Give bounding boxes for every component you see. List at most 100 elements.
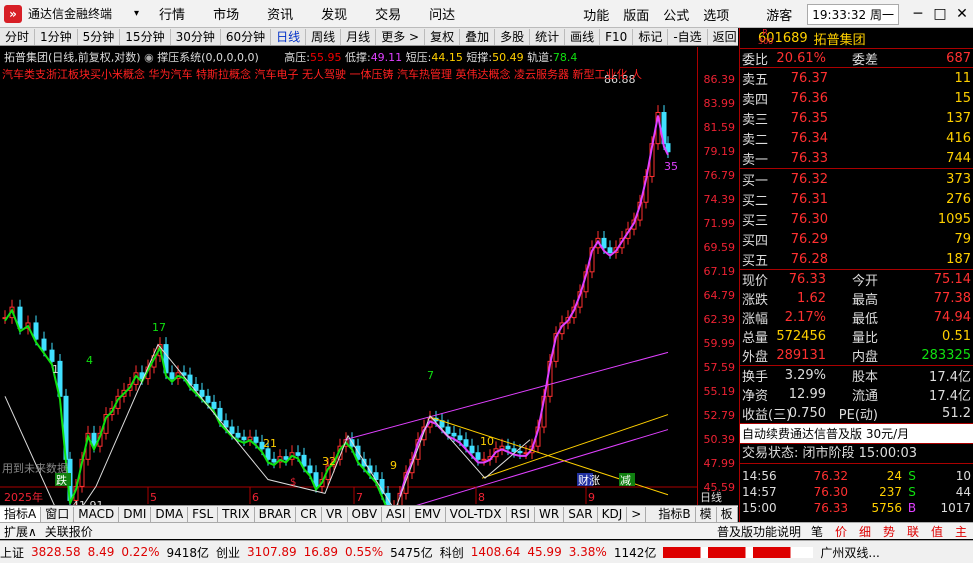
menu-item-5[interactable]: 问达 — [429, 8, 455, 23]
cy-label[interactable]: 创业 — [216, 544, 240, 561]
kline-chart[interactable]: 86.88 41.91 用到未来数据 1 4 17 21 32 9 7 10 35 跌财涨减 $2025年… — [0, 47, 738, 518]
menu-item-0[interactable]: 行情 — [159, 8, 185, 23]
kline-svg[interactable]: 86.8841.91用到未来数据14172132 971035跌 财涨 减$2025年… — [0, 47, 738, 507]
indicator-tab-6[interactable]: TRIX — [218, 506, 255, 522]
kc-label[interactable]: 科创 — [440, 544, 464, 561]
month-label-5: 9 — [588, 491, 595, 504]
toolbar-item-8[interactable]: 月线 — [341, 28, 377, 45]
related-quote-button[interactable]: 关联报价 — [41, 523, 97, 540]
toolbar-item-12[interactable]: 多股 — [495, 28, 531, 45]
toolbar-item-18[interactable]: 返回 — [708, 28, 743, 45]
ss-value: 50.49 — [492, 51, 524, 64]
app-logo-icon: » — [4, 4, 22, 23]
indicator-tab-0[interactable]: 指标A — [0, 506, 42, 522]
row2-btn-1[interactable]: 价 — [829, 523, 853, 540]
indicator-tab-21[interactable]: 板 — [717, 506, 738, 522]
toolbar-item-11[interactable]: 叠加 — [460, 28, 496, 45]
toolbar-item-9[interactable]: 更多 > — [376, 28, 426, 45]
toolbar-item-7[interactable]: 周线 — [306, 28, 342, 45]
asks-row-4[interactable]: 卖一 76.33 744 — [740, 148, 973, 168]
indicator-tab-10[interactable]: OBV — [348, 506, 383, 522]
menu-item-1[interactable]: 市场 — [213, 8, 239, 23]
indicator-tab-5[interactable]: FSL — [188, 506, 219, 522]
wave-label-9: 9 — [390, 459, 397, 472]
track-value: 78.4 — [552, 51, 578, 64]
row2-btn-3[interactable]: 势 — [877, 523, 901, 540]
indicator-tab-1[interactable]: 窗口 — [41, 506, 75, 522]
price-tick-2: 81.59 — [703, 121, 736, 134]
asks-row-3[interactable]: 卖二 76.34 416 — [740, 128, 973, 148]
indicator-toggle-icon[interactable]: ◉ — [144, 51, 154, 64]
indicator-tab-7[interactable]: BRAR — [255, 506, 297, 522]
bids-row-3[interactable]: 买四 76.29 79 — [740, 229, 973, 249]
asks-row-0[interactable]: 卖五 76.37 11 — [740, 68, 973, 88]
concept-tags[interactable]: 汽车类支浙江板块买小米概念 华为汽车 特斯拉概念 汽车电子 无人驾驶 一体压铸 … — [2, 66, 692, 82]
bids-row-4[interactable]: 买五 76.28 187 — [740, 249, 973, 269]
indicator-tab-16[interactable]: SAR — [564, 506, 598, 522]
menu-item-2[interactable]: 资讯 — [267, 8, 293, 23]
indicator-tab-4[interactable]: DMA — [151, 506, 189, 522]
toolbar-item-14[interactable]: 画线 — [565, 28, 601, 45]
toolbar-item-5[interactable]: 60分钟 — [221, 28, 272, 45]
toolbar-item-3[interactable]: 15分钟 — [120, 28, 171, 45]
indicator-tab-17[interactable]: KDJ — [598, 506, 628, 522]
stats-v2: 74.94 — [933, 310, 971, 325]
row2-btn-2[interactable]: 细 — [853, 523, 877, 540]
bids-row-0[interactable]: 买一 76.32 373 — [740, 169, 973, 189]
indicator-tab-20[interactable]: 模 — [696, 506, 717, 522]
toolbar-item-6[interactable]: 日线 — [271, 28, 307, 45]
toolbar-item-0[interactable]: 分时 — [0, 28, 36, 45]
indicator-tab-9[interactable]: VR — [322, 506, 348, 522]
toolbar-item-4[interactable]: 30分钟 — [171, 28, 221, 45]
tdx-terminal-window: » 通达信金融终端 ▾ 行情 市场 资讯 发现 交易 问达 功能 版面 公式 选项 游客 19:… — [0, 0, 973, 563]
toolbar-item-2[interactable]: 5分钟 — [78, 28, 121, 45]
row2-btn-5[interactable]: 值 — [925, 523, 949, 540]
indicator-tab-13[interactable]: VOL-TDX — [446, 506, 507, 522]
asks-row-2[interactable]: 卖三 76.35 137 — [740, 108, 973, 128]
toolbar-item-1[interactable]: 1分钟 — [35, 28, 78, 45]
indicator-tab-14[interactable]: RSI — [507, 506, 536, 522]
indicator-tab-11[interactable]: ASI — [382, 506, 411, 522]
help-link[interactable]: 普及版功能说明 — [713, 523, 805, 540]
right-menu-item-3[interactable]: 选项 — [703, 5, 729, 24]
asks-row-1[interactable]: 卖四 76.36 15 — [740, 88, 973, 108]
region-server[interactable]: 广州双线... — [820, 544, 879, 561]
right-menu-item-0[interactable]: 功能 — [583, 5, 609, 24]
indicator-tab-12[interactable]: EMV — [410, 506, 446, 522]
promo-banner[interactable]: 自动续费通达信普及版 30元/月 — [740, 423, 973, 443]
toolbar-item-10[interactable]: 复权 — [425, 28, 461, 45]
menu-item-3[interactable]: 发现 — [321, 8, 347, 23]
indicator-tab-8[interactable]: CR — [296, 506, 322, 522]
close-icon[interactable]: ✕ — [951, 6, 973, 22]
minimize-icon[interactable]: ─ — [907, 6, 929, 22]
sh-change: 8.49 — [87, 545, 115, 559]
toolbar-item-16[interactable]: 标记 — [633, 28, 669, 45]
indicator-tab-18[interactable]: > — [627, 506, 647, 522]
user-label[interactable]: 游客 — [766, 5, 792, 24]
toolbar-item-15[interactable]: F10 — [600, 28, 634, 45]
toolbar-item-13[interactable]: 统计 — [530, 28, 566, 45]
expand-button[interactable]: 扩展∧ — [0, 523, 41, 540]
sh-label[interactable]: 上证 — [0, 544, 24, 561]
toolbar-item-17[interactable]: -自选 — [668, 28, 708, 45]
row2-btn-6[interactable]: 主 — [949, 523, 973, 540]
menu-item-4[interactable]: 交易 — [375, 8, 401, 23]
stats-k1: 涨跌 — [742, 293, 769, 308]
indicator-tab-15[interactable]: WR — [535, 506, 565, 522]
indicator-tab-19[interactable]: 指标B — [654, 506, 696, 522]
stats2-k1: 收益(三) — [742, 408, 792, 423]
price-tick-15: 50.39 — [703, 433, 736, 446]
indicator-tab-2[interactable]: MACD — [74, 506, 120, 522]
bids-row-2[interactable]: 买三 76.30 1095 — [740, 209, 973, 229]
stats-v1: 76.33 — [788, 272, 826, 287]
row2-btn-0[interactable]: 笔 — [805, 523, 829, 540]
title-menu-arrow-icon[interactable]: ▾ — [134, 8, 139, 19]
tick-time: 14:56 — [742, 469, 777, 483]
maximize-icon[interactable]: □ — [929, 6, 951, 22]
row2-btn-4[interactable]: 联 — [901, 523, 925, 540]
asks-price: 76.35 — [790, 110, 828, 126]
right-menu-item-1[interactable]: 版面 — [623, 5, 649, 24]
indicator-tab-3[interactable]: DMI — [119, 506, 152, 522]
right-menu-item-2[interactable]: 公式 — [663, 5, 689, 24]
bids-row-1[interactable]: 买二 76.31 276 — [740, 189, 973, 209]
